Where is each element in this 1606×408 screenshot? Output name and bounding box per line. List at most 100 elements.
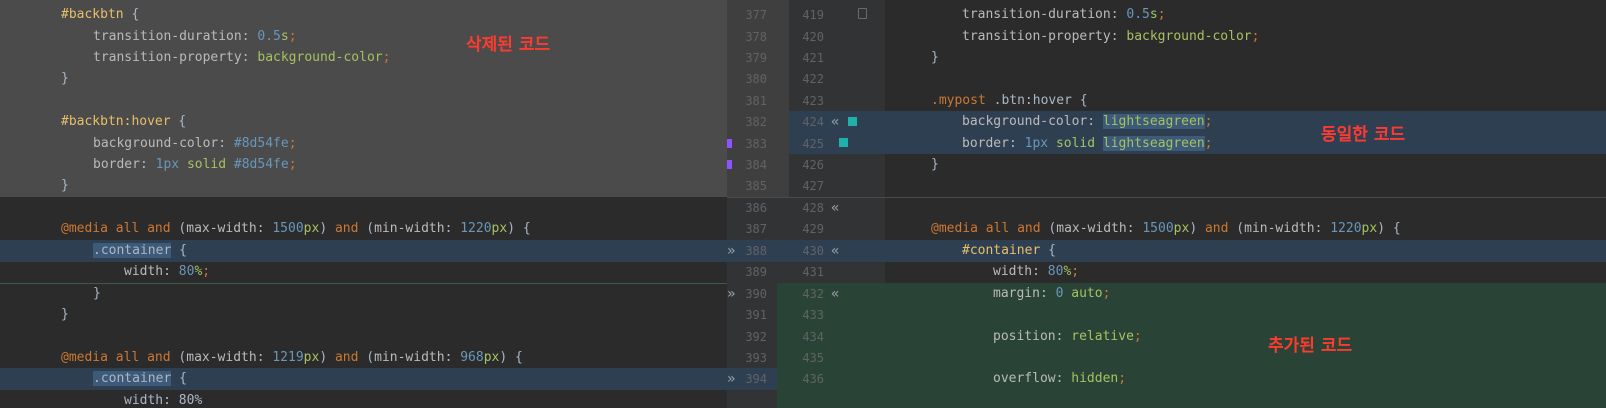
code-line: margin: 0 auto; [993,286,1111,301]
right-editor-pane[interactable]: transition-duration: 0.5s; transition-pr… [885,0,1606,408]
code-line: } [931,157,939,172]
code-line: border: 1px solid lightseagreen; [962,136,1213,151]
line-number: 435 [802,351,824,365]
keyword: and [1017,221,1041,236]
keyword: and [334,350,359,365]
selector: .mypost [931,93,986,108]
unit: s [280,29,289,44]
number: 0 [1055,286,1064,301]
value: solid [186,157,227,172]
code-line: #backbtn { [61,7,140,22]
code-line: } [93,286,101,301]
selector: .btn:hover [993,93,1072,108]
line-number: 381 [745,94,767,108]
property: margin [993,286,1040,301]
line-number: 432 [802,287,824,301]
deleted-annotation: 삭제된 코드 [466,35,551,55]
fold-icon[interactable] [858,8,867,19]
line-number: 430 [802,244,824,258]
unit: px [483,350,500,365]
number: 80 [178,264,195,279]
keyword: all [115,221,140,236]
left-editor-pane[interactable]: #backbtn { transition-duration: 0.5s; tr… [0,0,727,408]
unit: px [491,221,508,236]
unit: px [303,221,320,236]
keyword: and [147,350,171,365]
keyword: and [1204,221,1229,236]
partial-line: width: 80% [124,393,203,408]
line-number: 385 [745,179,767,193]
line-number: 434 [802,330,824,344]
unit: px [1173,221,1190,236]
line-number: 419 [802,8,824,22]
keyword: all [985,221,1010,236]
code-line: position: relative; [993,329,1142,344]
value: hidden [1071,371,1119,386]
code-line: #backbtn:hover { [61,114,187,129]
merge-left-arrow-icon[interactable]: « [831,283,839,305]
line-number: 393 [745,351,767,365]
selector: #container [962,243,1041,258]
merge-left-arrow-icon[interactable]: « [831,111,839,133]
keyword: all [115,350,140,365]
selector: .container [93,243,172,258]
value: solid [1055,136,1096,151]
separator [885,197,1606,198]
merge-left-arrow-icon[interactable]: « [831,240,839,262]
number: 80 [1047,264,1064,279]
line-number: 421 [802,51,824,65]
line-number: 384 [745,158,767,172]
line-number: 423 [802,94,824,108]
value: auto [1071,286,1103,301]
code-line: } [61,307,69,322]
property: max-width [186,350,257,365]
property: overflow [993,371,1056,386]
keyword: and [334,221,359,236]
property: border [93,157,140,172]
line-number: 382 [745,115,767,129]
line-number: 391 [745,308,767,322]
code-line: } [61,71,69,86]
code-line: .container { [93,371,187,386]
line-number: 428 [802,201,824,215]
property: transition-duration [93,29,242,44]
property: transition-property [93,50,242,65]
property: transition-duration [962,7,1111,22]
purple-change-marker [727,160,732,169]
number: 0.5 [1126,7,1150,22]
diff-gutter[interactable]: 377 378 379 380 381 382 383 384 385 386 … [727,0,885,408]
code-line: transition-property: background-color; [962,29,1260,44]
property: width [124,264,164,279]
line-number: 436 [802,372,824,386]
code-line: transition-property: background-color; [93,50,391,65]
property: position [993,329,1056,344]
code-line: .container { [93,243,187,258]
merge-right-arrow-icon[interactable]: » [727,240,735,262]
line-number: 378 [745,30,767,44]
selector: #backbtn:hover [61,114,171,129]
code-line: transition-duration: 0.5s; [93,29,297,44]
value: relative [1071,329,1134,344]
code-line: @media all and (max-width: 1219px) and (… [61,350,523,365]
code-line: @media all and (max-width: 1500px) and (… [931,221,1401,236]
line-number: 377 [745,8,767,22]
number: 1500 [1142,221,1174,236]
value: #8d54fe [233,136,289,151]
code-line: } [931,50,939,65]
code-line: background-color: #8d54fe; [93,136,297,151]
merge-right-arrow-icon[interactable]: » [727,283,735,305]
line-number: 392 [745,330,767,344]
code-line: width: 80%; [124,264,211,279]
property: max-width [186,221,257,236]
merge-left-arrow-icon[interactable]: « [831,197,839,219]
at-rule: @media [931,221,978,236]
same-annotation: 동일한 코드 [1321,125,1406,145]
line-number: 424 [802,115,824,129]
code-line: } [61,178,69,193]
property: max-width [1056,221,1127,236]
at-rule: @media [61,350,108,365]
code-line: background-color: lightseagreen; [962,114,1213,129]
merge-right-arrow-icon[interactable]: » [727,368,735,390]
code-line: transition-duration: 0.5s; [962,7,1166,22]
property: min-width [374,221,445,236]
